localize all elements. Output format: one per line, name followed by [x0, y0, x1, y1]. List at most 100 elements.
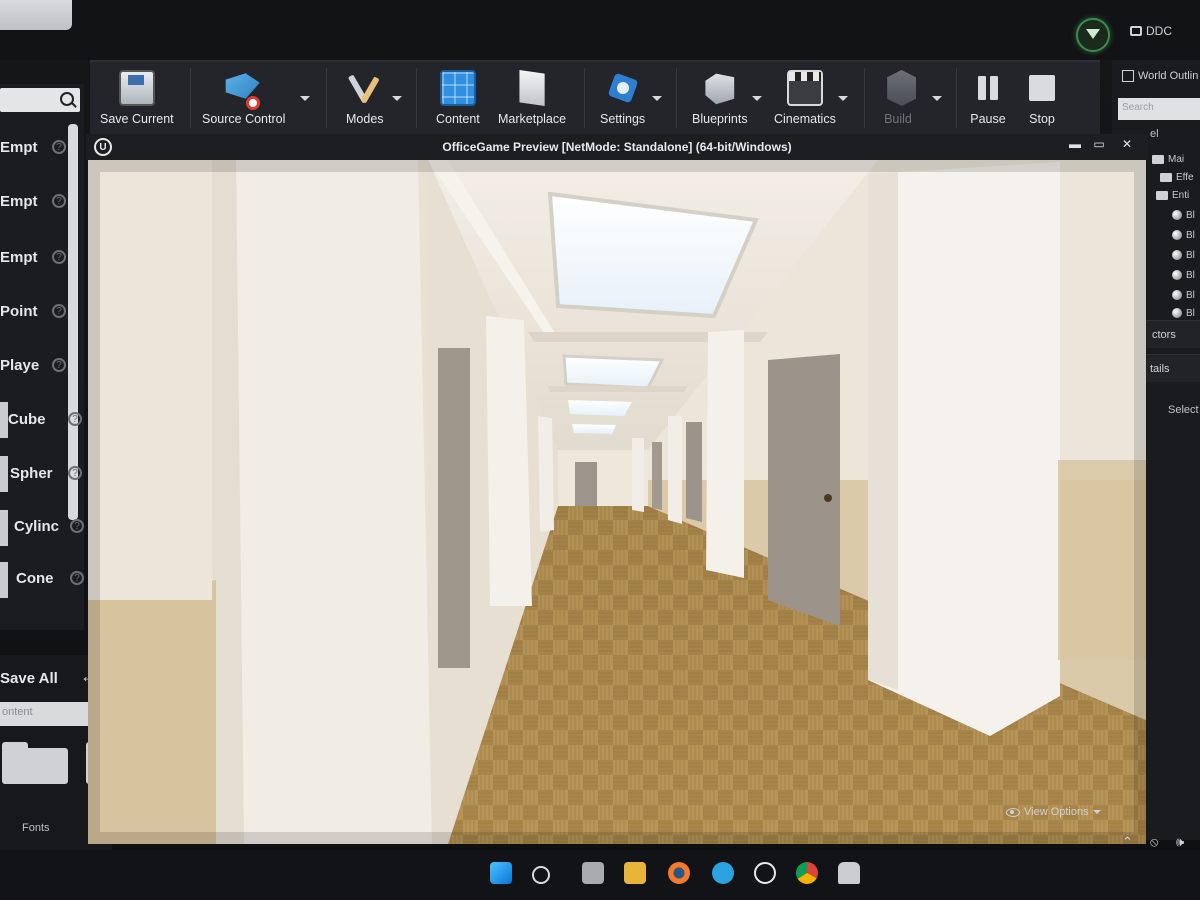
user-app-icon[interactable] — [838, 862, 860, 884]
content-grid-icon — [439, 70, 476, 106]
modes-button[interactable]: Modes — [346, 70, 384, 126]
toolbar-separator — [326, 68, 327, 128]
close-icon[interactable]: ✕ — [1116, 136, 1138, 152]
place-item-label: Point — [0, 302, 38, 320]
view-options-button[interactable]: View Options — [1006, 806, 1101, 818]
actor-sphere-icon — [1172, 308, 1182, 318]
tree-item-label: Effe — [1176, 171, 1194, 183]
task-view-icon[interactable] — [582, 862, 604, 884]
place-item-cone[interactable]: Cone ? — [16, 563, 84, 593]
stop-icon — [1029, 75, 1055, 101]
file-explorer-icon[interactable] — [624, 862, 646, 884]
chevron-up-icon[interactable]: ⌃ — [1122, 834, 1133, 850]
unreal-editor-window: DDC Empt ? Empt ? Empt ? Point ? Playe ?… — [0, 0, 1200, 900]
unreal-engine-icon[interactable] — [754, 862, 776, 884]
corridor-scene — [88, 160, 1146, 844]
tree-item-main[interactable]: Mai — [1152, 150, 1184, 168]
network-icon[interactable]: ⦸ — [1150, 834, 1158, 850]
status-indicator-icon[interactable] — [1076, 18, 1110, 52]
place-item-label: Empt — [0, 138, 38, 156]
database-icon — [1130, 26, 1142, 36]
help-icon[interactable]: ? — [52, 358, 66, 372]
blender-icon[interactable] — [668, 862, 690, 884]
modes-dropdown-icon[interactable] — [392, 96, 402, 101]
minimize-icon[interactable]: ▬ — [1064, 136, 1086, 152]
speaker-icon[interactable]: 🕪 — [1176, 834, 1184, 850]
tree-item-blueprint[interactable]: Bl — [1172, 206, 1195, 224]
level-icon — [1152, 154, 1164, 164]
marketplace-icon — [519, 70, 545, 106]
pause-button[interactable]: Pause — [970, 70, 1006, 126]
disconnected-icon — [245, 96, 260, 110]
actor-sphere-icon — [1172, 270, 1182, 280]
help-icon[interactable]: ? — [52, 194, 66, 208]
place-item-label: Empt — [0, 248, 38, 266]
blueprints-dropdown-icon[interactable] — [752, 96, 762, 101]
help-icon[interactable]: ? — [68, 466, 82, 480]
help-icon[interactable]: ? — [70, 519, 84, 533]
preview-window-title: OfficeGame Preview [NetMode: Standalone]… — [442, 140, 792, 154]
build-dropdown-icon[interactable] — [932, 96, 942, 101]
cinematics-label: Cinematics — [774, 112, 836, 126]
folder-fonts-icon[interactable] — [2, 742, 68, 784]
actor-sphere-icon — [1172, 230, 1182, 240]
place-item-label: Cylinc — [14, 517, 60, 535]
cinematics-dropdown-icon[interactable] — [838, 96, 848, 101]
game-viewport[interactable] — [88, 160, 1146, 844]
tree-item-effects[interactable]: Effe — [1160, 168, 1194, 186]
build-button[interactable]: Build — [880, 70, 916, 126]
source-control-button[interactable]: Source Control — [202, 70, 285, 126]
place-item-point-light[interactable]: Point ? — [0, 296, 66, 326]
content-button[interactable]: Content — [436, 70, 480, 126]
level-tab[interactable] — [0, 0, 72, 30]
view-options-label: View Options — [1024, 806, 1089, 818]
tree-item-blueprint[interactable]: Bl — [1172, 286, 1195, 304]
blueprints-button[interactable]: Blueprints — [692, 70, 748, 126]
maximize-icon[interactable]: ▭ — [1088, 136, 1110, 152]
help-icon[interactable]: ? — [68, 412, 82, 426]
tree-item-blueprint[interactable]: Bl — [1172, 266, 1195, 284]
place-item-cube[interactable]: Cube ? — [8, 404, 82, 434]
cylinder-thumbnail — [0, 510, 8, 546]
place-item-empty-actor[interactable]: Empt ? — [0, 132, 66, 162]
tree-item-blueprint[interactable]: Bl — [1172, 226, 1195, 244]
search-icon[interactable] — [532, 866, 550, 884]
save-current-button[interactable]: Save Current — [100, 70, 174, 126]
stop-button[interactable]: Stop — [1024, 70, 1060, 126]
place-item-label: Empt — [0, 192, 38, 210]
settings-dropdown-icon[interactable] — [652, 96, 662, 101]
tree-item-blueprint[interactable]: Bl — [1172, 246, 1195, 264]
help-icon[interactable]: ? — [52, 140, 66, 154]
place-item-label: Cone — [16, 569, 54, 587]
help-icon[interactable]: ? — [52, 304, 66, 318]
title-strip — [0, 0, 1200, 60]
place-item-player-start[interactable]: Playe ? — [0, 350, 66, 380]
help-icon[interactable]: ? — [70, 571, 84, 585]
blueprints-icon — [705, 73, 735, 105]
world-outliner-title: World Outlin — [1138, 70, 1199, 82]
toolbar-separator — [584, 68, 585, 128]
search-icon[interactable] — [60, 92, 74, 106]
source-control-icon — [222, 70, 266, 110]
tree-item-entities[interactable]: Enti — [1156, 186, 1189, 204]
modes-label: Modes — [346, 112, 384, 126]
ddc-indicator[interactable]: DDC — [1130, 24, 1172, 38]
place-item-cylinder[interactable]: Cylinc ? — [14, 511, 84, 541]
save-all-button[interactable]: Save All — [0, 670, 58, 687]
place-item-empty-character[interactable]: Empt ? — [0, 186, 66, 216]
telegram-icon[interactable] — [712, 862, 734, 884]
start-icon[interactable] — [490, 862, 512, 884]
chrome-icon[interactable] — [796, 862, 818, 884]
source-control-dropdown-icon[interactable] — [300, 96, 310, 101]
marketplace-button[interactable]: Marketplace — [498, 70, 566, 126]
cinematics-button[interactable]: Cinematics — [774, 70, 836, 126]
left-door — [438, 348, 470, 668]
ceiling-light — [572, 424, 616, 434]
tree-item-label: Bl — [1186, 289, 1195, 301]
blueprints-label: Blueprints — [692, 112, 748, 126]
help-icon[interactable]: ? — [52, 250, 66, 264]
world-outliner-tab[interactable]: World Outlin — [1122, 70, 1198, 82]
settings-button[interactable]: Settings — [600, 70, 645, 126]
place-item-empty-pawn[interactable]: Empt ? — [0, 242, 66, 272]
place-item-sphere[interactable]: Spher ? — [10, 458, 82, 488]
